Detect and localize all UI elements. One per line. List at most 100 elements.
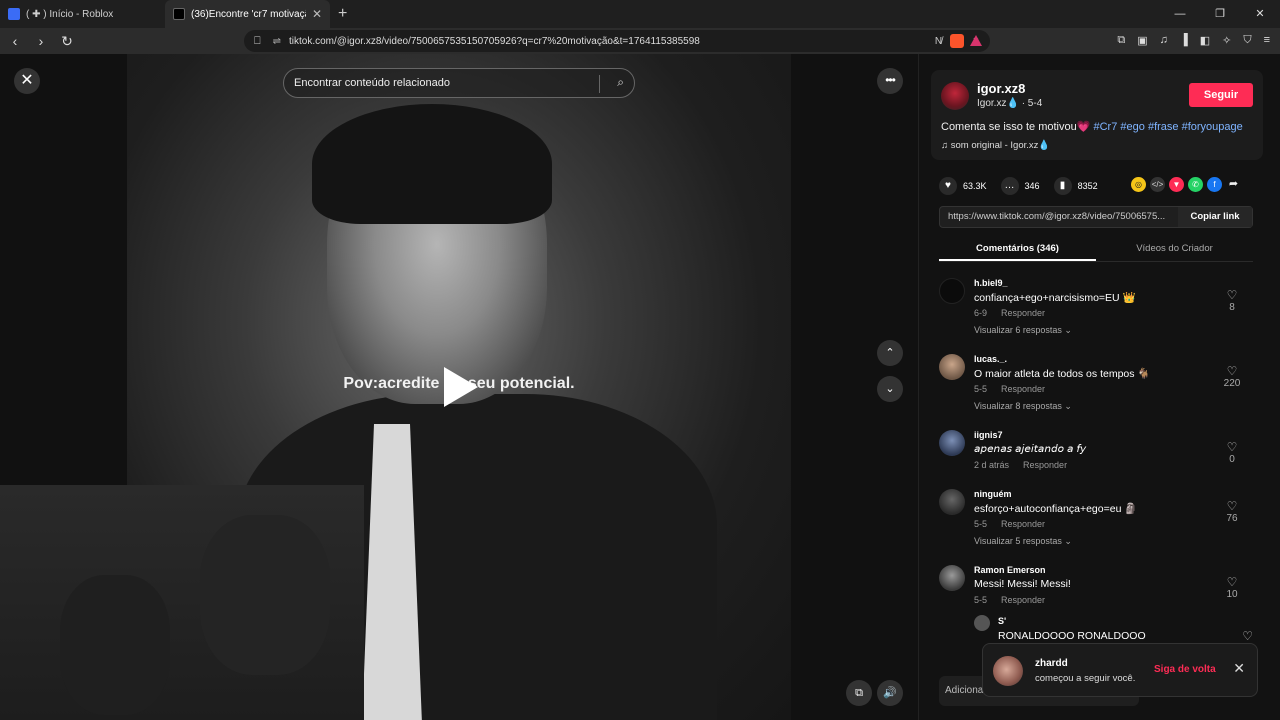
reply-link[interactable]: Responder bbox=[1001, 384, 1045, 394]
close-window-button[interactable]: ✕ bbox=[1240, 0, 1280, 28]
comment-user[interactable]: Ramon Emerson bbox=[974, 565, 1046, 575]
view-replies-link[interactable]: Visualizar 8 respostas ⌄ bbox=[974, 401, 1072, 412]
reply-link[interactable]: Responder bbox=[1001, 308, 1045, 318]
close-icon[interactable]: ✕ bbox=[1233, 660, 1245, 677]
send-icon[interactable]: ▼ bbox=[1169, 177, 1184, 192]
avatar[interactable] bbox=[993, 656, 1023, 686]
embed-icon[interactable]: </> bbox=[1150, 177, 1165, 192]
comment-like[interactable]: ♡ 76 bbox=[1217, 499, 1247, 524]
hashtag[interactable]: #frase bbox=[1148, 121, 1179, 133]
comment-icon: … bbox=[1000, 177, 1019, 195]
tab-roblox[interactable]: ( ✚ ) Início - Roblox bbox=[0, 0, 165, 28]
hashtag[interactable]: #foryoupage bbox=[1182, 121, 1243, 133]
search-icon[interactable]: ⌕ bbox=[617, 75, 624, 90]
facebook-icon[interactable]: f bbox=[1207, 177, 1222, 192]
comment-date: 2 d atrás bbox=[974, 460, 1010, 470]
pip-toggle-icon[interactable]: ⧉ bbox=[846, 680, 872, 706]
more-options-icon[interactable]: ••• bbox=[877, 68, 903, 94]
avatar[interactable] bbox=[939, 565, 965, 591]
heart-outline-icon: ♡ bbox=[1226, 288, 1238, 302]
coin-icon[interactable]: ◎ bbox=[1131, 177, 1146, 192]
volume-icon[interactable]: 🔊 bbox=[877, 680, 903, 706]
url-field[interactable]: ⎕ ⇌ tiktok.com/@igor.xz8/video/750065753… bbox=[244, 30, 990, 52]
translate-icon[interactable]: N̸ bbox=[935, 36, 942, 47]
comment-user[interactable]: ninguém bbox=[974, 489, 1012, 499]
copy-link-button[interactable]: Copiar link bbox=[1178, 207, 1252, 227]
view-replies-link[interactable]: Visualizar 6 respostas ⌄ bbox=[974, 325, 1072, 336]
browser-tabbar: ( ✚ ) Início - Roblox (36)Encontre 'cr7 … bbox=[0, 0, 1280, 28]
hashtag[interactable]: #Cr7 bbox=[1094, 121, 1118, 133]
avatar[interactable] bbox=[939, 430, 965, 456]
media-icon[interactable]: ♫ bbox=[1160, 34, 1168, 47]
next-video-icon[interactable]: ⌄ bbox=[877, 376, 903, 402]
menu-icon[interactable]: ≡ bbox=[1264, 34, 1270, 47]
whatsapp-icon[interactable]: ✆ bbox=[1188, 177, 1203, 192]
extensions-icon[interactable]: ⧉ bbox=[1117, 34, 1125, 47]
comment-like-count: 8 bbox=[1229, 302, 1235, 313]
comment-like-count: 76 bbox=[1226, 513, 1238, 524]
view-replies-link[interactable]: Visualizar 5 respostas ⌄ bbox=[974, 536, 1072, 547]
reply-link[interactable]: Responder bbox=[1001, 519, 1045, 529]
comment-stat[interactable]: … 346 bbox=[1000, 177, 1040, 195]
author-username[interactable]: igor.xz8 bbox=[977, 81, 1025, 96]
comment-like[interactable]: ♡ 10 bbox=[1217, 575, 1247, 600]
avatar[interactable] bbox=[939, 489, 965, 515]
avatar[interactable] bbox=[939, 278, 965, 304]
related-search-input[interactable]: Encontrar conteúdo relacionado ⌕ bbox=[283, 68, 635, 98]
avatar[interactable] bbox=[974, 615, 990, 631]
vpn-icon[interactable]: ⛉ bbox=[1243, 34, 1251, 47]
minimize-button[interactable]: — bbox=[1160, 0, 1200, 28]
comment-like[interactable]: ♡ 8 bbox=[1217, 288, 1247, 313]
reply-link[interactable]: Responder bbox=[1023, 460, 1067, 470]
tab-comments[interactable]: Comentários (346) bbox=[939, 236, 1096, 261]
brave-shields-icon[interactable] bbox=[950, 34, 964, 48]
avatar[interactable] bbox=[939, 354, 965, 380]
reply-link[interactable]: Responder bbox=[1001, 595, 1045, 605]
save-stat[interactable]: ▮ 8352 bbox=[1053, 177, 1098, 195]
comment-like[interactable]: ♡ 0 bbox=[1217, 440, 1247, 465]
close-tab-icon[interactable]: ✕ bbox=[312, 7, 322, 21]
music-link[interactable]: ♫ som original - Igor.xz💧 bbox=[941, 140, 1050, 151]
screenshot-icon[interactable]: ▣ bbox=[1137, 34, 1147, 47]
roblox-icon bbox=[8, 8, 20, 20]
play-icon[interactable] bbox=[444, 367, 478, 407]
follow-button[interactable]: Seguir bbox=[1189, 83, 1253, 107]
comment-meta: 5-5 Responder bbox=[974, 595, 1045, 605]
comment-text: confiança+ego+narcisismo=EU 👑 bbox=[974, 292, 1136, 304]
tab-creator-videos[interactable]: Vídeos do Criador bbox=[1096, 236, 1253, 261]
forward-icon[interactable]: › bbox=[30, 33, 52, 49]
like-stat[interactable]: ♥ 63.3K bbox=[939, 177, 987, 195]
share-arrow-icon[interactable]: ➦ bbox=[1226, 177, 1241, 192]
avatar[interactable] bbox=[941, 82, 969, 110]
maximize-button[interactable]: ❐ bbox=[1200, 0, 1240, 28]
brave-rewards-icon[interactable] bbox=[970, 35, 982, 46]
sidebar-icon[interactable]: ▐ bbox=[1180, 34, 1188, 47]
heart-outline-icon[interactable]: ♡ bbox=[1242, 629, 1253, 643]
comment-user[interactable]: lucas._. bbox=[974, 354, 1007, 364]
leo-icon[interactable]: ✧ bbox=[1222, 34, 1231, 47]
comment-like[interactable]: ♡ 220 bbox=[1217, 364, 1247, 389]
previous-video-icon[interactable]: ⌃ bbox=[877, 340, 903, 366]
back-icon[interactable]: ‹ bbox=[4, 33, 26, 49]
comment-user[interactable]: iignis7 bbox=[974, 430, 1003, 440]
hashtag[interactable]: #ego bbox=[1120, 121, 1144, 133]
comment-date: 5-5 bbox=[974, 519, 988, 529]
share-link-field[interactable]: https://www.tiktok.com/@igor.xz8/video/7… bbox=[939, 206, 1253, 228]
reply-user[interactable]: S' bbox=[998, 616, 1006, 626]
wallet-icon[interactable]: ◧ bbox=[1200, 34, 1210, 47]
search-placeholder: Encontrar conteúdo relacionado bbox=[294, 77, 450, 89]
comment-like-count: 220 bbox=[1223, 378, 1241, 389]
new-tab-button[interactable]: + bbox=[338, 5, 347, 23]
comment-user[interactable]: h.biel9_ bbox=[974, 278, 1008, 288]
site-info-icon[interactable]: ⇌ bbox=[273, 36, 281, 47]
follow-back-button[interactable]: Siga de volta bbox=[1154, 664, 1216, 675]
close-icon[interactable]: ✕ bbox=[14, 68, 40, 94]
bookmark-icon[interactable]: ⎕ bbox=[254, 35, 261, 48]
reload-icon[interactable]: ↻ bbox=[56, 33, 78, 50]
comment-text: 𝘢𝘱𝘦𝘯𝘢𝘴 𝘢𝘫𝘦𝘪𝘵𝘢𝘯𝘥𝘰 𝘢 𝘧𝘺 bbox=[974, 443, 1087, 455]
tab-tiktok[interactable]: (36)Encontre 'cr7 motivação' no TikTok ✕ bbox=[165, 0, 330, 28]
comment-text: O maior atleta de todos os tempos 🐐 bbox=[974, 368, 1151, 380]
toast-user[interactable]: zhardd bbox=[1035, 658, 1068, 669]
divider bbox=[599, 75, 600, 93]
heart-outline-icon: ♡ bbox=[1226, 575, 1238, 589]
